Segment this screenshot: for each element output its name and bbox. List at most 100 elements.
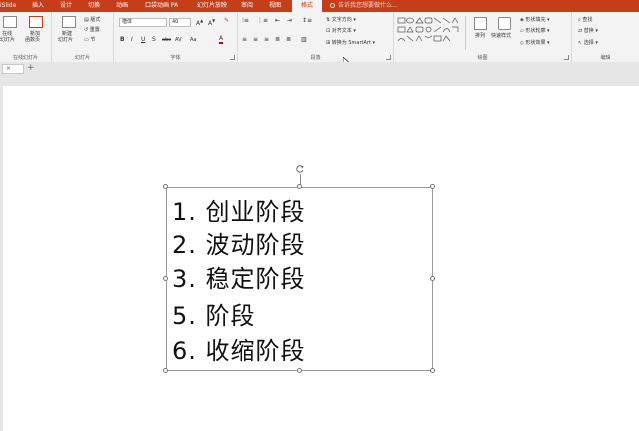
font-dialog-launcher-icon[interactable]	[230, 55, 235, 60]
resize-handle-tl[interactable]	[163, 184, 168, 189]
group-label-paragraph: 段落	[310, 55, 321, 61]
tab-slideshow[interactable]: 幻灯片放映	[197, 0, 227, 12]
resize-handle-br[interactable]	[430, 368, 435, 373]
convert-smartart-button[interactable]: ⊞ 转换为 SmartArt ▾	[326, 40, 375, 46]
new-function-label-2: 函数页	[25, 37, 41, 43]
document-tab[interactable]: ×	[2, 64, 24, 74]
replace-label: 替换	[583, 28, 594, 34]
ribbon-tab-bar: iSlide 插入 设计 切换 动画 口袋动画 PA 幻灯片放映 审阅 视图 格…	[0, 0, 639, 12]
text-direction-label: 文字方向	[331, 17, 352, 23]
replace-button[interactable]: ⇄ 替换 ▾	[578, 28, 598, 34]
list-item[interactable]: 1. 创业阶段	[172, 199, 306, 225]
font-name-combo[interactable]: 楷体	[119, 18, 167, 27]
resize-handle-tr[interactable]	[430, 184, 435, 189]
rotate-handle-icon[interactable]	[295, 164, 305, 174]
quick-styles-label[interactable]: 快速样式	[491, 33, 511, 39]
find-label: 查找	[582, 17, 593, 23]
group-editing: ⌕ 查找 ⇄ 替换 ▾ ↖ 选择 ▾ 编辑	[572, 12, 639, 62]
document-tab-row: × +	[0, 62, 639, 77]
grow-font-icon[interactable]: A▲	[196, 17, 203, 28]
columns-icon[interactable]: ▥	[301, 36, 307, 44]
shape-outline-label: 形状轮廓	[525, 28, 546, 34]
resize-handle-t[interactable]	[297, 184, 302, 189]
tab-design[interactable]: 设计	[60, 0, 72, 12]
shape-effects-button[interactable]: ◇ 形状效果 ▾	[520, 40, 550, 46]
new-tab-button[interactable]: +	[27, 63, 35, 73]
shapes-gallery[interactable]	[397, 16, 463, 46]
list-item[interactable]: 2. 波动阶段	[172, 232, 306, 258]
numbering-icon[interactable]: ⋮≡	[257, 17, 268, 25]
shadow-icon[interactable]: S	[152, 36, 156, 44]
group-label-online: 在线幻灯片	[12, 55, 38, 61]
layout-label: 版式	[90, 17, 101, 23]
font-size-combo[interactable]: 40	[169, 18, 191, 27]
shape-effects-label: 形状效果	[525, 40, 546, 46]
group-paragraph: ⁝≡ ⋮≡ ⇤ ⇥ ↕≡ ≡ ≡ ≡ ≣ ≣ ▥ ⇅ 文字方向 ▾ ⊡ 对齐文本…	[238, 12, 394, 62]
select-label: 选择	[583, 40, 594, 46]
tab-review[interactable]: 审阅	[241, 0, 253, 12]
online-slides-icon[interactable]	[3, 16, 17, 28]
group-drawing: 排列 快速样式 ◈ 形状填充 ▾ ▱ 形状轮廓 ▾ ◇ 形状效果 ▾ 绘图	[394, 12, 572, 62]
shrink-font-icon[interactable]: A▼	[208, 17, 215, 28]
list-item[interactable]: 6. 收缩阶段	[172, 338, 306, 364]
find-button[interactable]: ⌕ 查找	[578, 17, 592, 23]
italic-icon[interactable]: I	[131, 36, 133, 44]
line-spacing-icon[interactable]: ↕≡	[302, 17, 312, 25]
layout-button[interactable]: ▤ 版式	[84, 17, 100, 23]
resize-handle-b[interactable]	[297, 368, 302, 373]
new-function-page-icon[interactable]	[29, 16, 43, 28]
tell-me-search[interactable]: 告诉我您想要做什么...	[330, 0, 398, 12]
clear-format-icon[interactable]: ✎	[224, 17, 229, 25]
section-label: 节	[90, 37, 96, 43]
reset-button[interactable]: ↺ 重置	[84, 27, 100, 33]
distributed-icon[interactable]: ≣	[286, 36, 291, 44]
tab-insert[interactable]: 插入	[32, 0, 44, 12]
new-slide-icon[interactable]	[62, 16, 76, 28]
char-spacing-icon[interactable]: AV	[175, 36, 182, 44]
strikethrough-icon[interactable]: abc	[162, 36, 171, 44]
tab-view[interactable]: 视图	[269, 0, 281, 12]
select-button[interactable]: ↖ 选择 ▾	[578, 40, 598, 46]
align-center-icon[interactable]: ≡	[253, 36, 258, 44]
underline-icon[interactable]: U	[141, 36, 145, 44]
increase-indent-icon[interactable]: ⇥	[287, 17, 292, 25]
list-item[interactable]: 3. 稳定阶段	[172, 266, 306, 292]
group-label-font: 字体	[170, 55, 181, 61]
tab-transitions[interactable]: 切换	[88, 0, 100, 12]
resize-handle-bl[interactable]	[163, 368, 168, 373]
list-item[interactable]: 5. 阶段	[172, 303, 256, 329]
shape-outline-button[interactable]: ▱ 形状轮廓 ▾	[520, 28, 550, 34]
smartart-label: 转换为 SmartArt	[331, 40, 371, 46]
close-tab-icon[interactable]: ×	[6, 65, 11, 72]
bullets-icon[interactable]: ⁝≡	[242, 17, 249, 25]
align-right-icon[interactable]: ≡	[264, 36, 269, 44]
tab-islide[interactable]: iSlide	[0, 0, 16, 12]
tab-pocket-animation[interactable]: 口袋动画 PA	[145, 0, 178, 12]
shape-fill-button[interactable]: ◈ 形状填充 ▾	[520, 17, 550, 23]
justify-icon[interactable]: ≣	[275, 36, 280, 44]
resize-handle-r[interactable]	[430, 276, 435, 281]
online-slides-label-2: 幻灯片	[0, 37, 16, 43]
align-left-icon[interactable]: ≡	[242, 36, 247, 44]
paragraph-dialog-launcher-icon[interactable]	[386, 55, 391, 60]
align-text-button[interactable]: ⊡ 对齐文本 ▾	[326, 28, 356, 34]
decrease-indent-icon[interactable]: ⇤	[275, 17, 280, 25]
tab-animations[interactable]: 动画	[116, 0, 128, 12]
bold-icon[interactable]: B	[120, 36, 125, 44]
section-button[interactable]: ▭ 节	[84, 37, 95, 43]
shape-fill-label: 形状填充	[525, 17, 546, 23]
font-color-icon[interactable]: A	[219, 35, 224, 44]
align-text-label: 对齐文本	[331, 28, 352, 34]
tell-me-text: 告诉我您想要做什么...	[338, 2, 398, 9]
arrange-label[interactable]: 排列	[475, 33, 485, 39]
change-case-icon[interactable]: Aa	[190, 36, 196, 44]
drawing-dialog-launcher-icon[interactable]	[564, 55, 569, 60]
text-direction-button[interactable]: ⇅ 文字方向 ▾	[326, 17, 356, 23]
group-font: 楷体 40 A▲ A▼ ✎ B I U S abc AV Aa A 字体	[114, 12, 238, 62]
group-label-slides: 幻灯片	[74, 55, 90, 61]
quick-styles-icon[interactable]	[498, 17, 511, 30]
resize-handle-l[interactable]	[163, 276, 168, 281]
gallery-scrollbar[interactable]	[465, 16, 466, 50]
arrange-icon[interactable]	[474, 17, 487, 30]
tab-format[interactable]: 格式	[292, 0, 322, 12]
